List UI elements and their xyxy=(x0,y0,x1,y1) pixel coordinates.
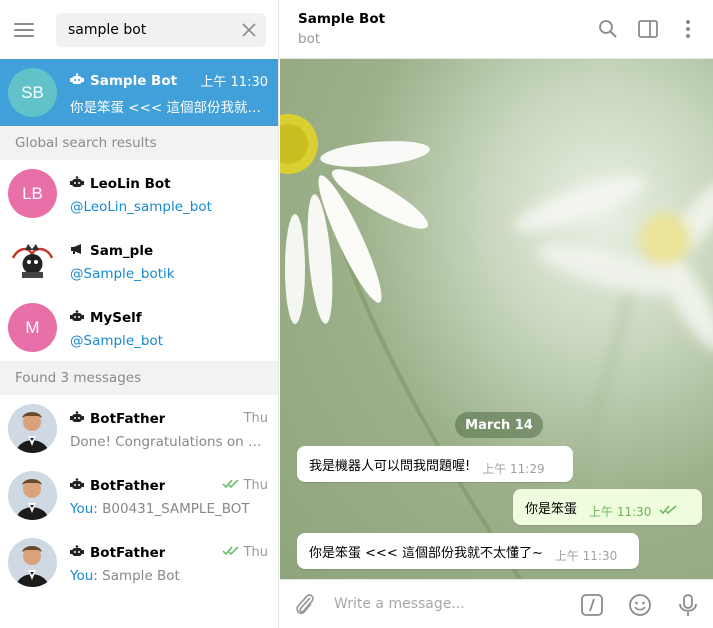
bot-icon xyxy=(70,175,84,192)
global-result-myself[interactable]: M MySelf @Sample_bot xyxy=(0,294,278,361)
emoji-icon[interactable] xyxy=(627,592,653,618)
avatar: M xyxy=(8,303,57,352)
found-messages-header: Found 3 messages xyxy=(0,361,278,395)
chat-time: 上午 11:30 xyxy=(200,75,268,90)
message-preview: You: Sample Bot xyxy=(70,568,268,584)
bot-icon xyxy=(70,72,84,89)
message-result[interactable]: BotFather Thu You: B00431_SAMPLE_BOT xyxy=(0,462,278,529)
paperclip-icon[interactable] xyxy=(292,591,318,617)
close-icon[interactable] xyxy=(238,19,260,41)
message-preview: Done! Congratulations on yo... xyxy=(70,434,268,450)
chat-background: March 14 我是機器人可以問我問題喔! 上午 11:29 你是笨蛋 上午 … xyxy=(280,59,713,579)
message-time-wrap: Thu xyxy=(222,545,268,560)
global-search-header: Global search results xyxy=(0,126,278,160)
chat-panel: Sample Bot bot March 14 我是機器人可以問我問題喔! 上午… xyxy=(280,0,713,628)
avatar: SB xyxy=(8,68,57,117)
chat-preview: 你是笨蛋 <<< 這個部份我就不... xyxy=(70,99,268,116)
result-name: LeoLin Bot xyxy=(90,175,171,192)
chat-item-sample-bot[interactable]: SB Sample Bot 上午 11:30 你是笨蛋 <<< 這個部份我就不.… xyxy=(0,59,278,126)
bot-icon xyxy=(70,477,84,494)
botfather-avatar xyxy=(8,538,57,587)
message-bubble-incoming[interactable]: 我是機器人可以問我問題喔! 上午 11:29 xyxy=(297,446,573,482)
chat-name: Sample Bot xyxy=(90,72,178,89)
bot-icon xyxy=(70,544,84,561)
global-result-sam-ple[interactable]: Sam_ple @Sample_botik xyxy=(0,227,278,294)
message-text: 你是笨蛋 <<< 這個部份我就不太懂了~ xyxy=(309,545,543,561)
you-prefix: You: xyxy=(70,567,98,584)
message-bubble-incoming[interactable]: 你是笨蛋 <<< 這個部份我就不太懂了~ 上午 11:30 xyxy=(297,533,639,569)
chat-header[interactable]: Sample Bot bot xyxy=(280,0,713,59)
message-result[interactable]: BotFather Thu You: Sample Bot xyxy=(0,529,278,596)
result-username: @Sample_botik xyxy=(70,265,175,282)
result-name: MySelf xyxy=(90,309,142,326)
message-sender: BotFather xyxy=(90,544,166,561)
message-text: Sample Bot xyxy=(102,567,180,584)
search-icon[interactable] xyxy=(597,18,619,40)
message-text: B00431_SAMPLE_BOT xyxy=(102,500,250,517)
more-vertical-icon[interactable] xyxy=(677,18,699,40)
search-input[interactable] xyxy=(68,21,238,38)
double-check-icon xyxy=(222,478,240,493)
message-result[interactable]: BotFather Thu Done! Congratulations on y… xyxy=(0,395,278,462)
you-prefix: You: xyxy=(70,500,98,517)
result-name: Sam_ple xyxy=(90,242,154,259)
message-time-wrap: Thu xyxy=(222,478,268,493)
message-sender: BotFather xyxy=(90,410,166,427)
result-username: @LeoLin_sample_bot xyxy=(70,198,212,215)
sidebar: SB Sample Bot 上午 11:30 你是笨蛋 <<< 這個部份我就不.… xyxy=(0,0,279,628)
bot-icon xyxy=(70,309,84,326)
message-preview: You: B00431_SAMPLE_BOT xyxy=(70,501,268,517)
botfather-avatar xyxy=(8,471,57,520)
message-time: 上午 11:30 xyxy=(589,504,652,519)
message-time-wrap: 上午 11:30 xyxy=(589,503,679,520)
hamburger-menu-icon[interactable] xyxy=(14,18,38,42)
global-result-leolin-bot[interactable]: LB LeoLin Bot @LeoLin_sample_bot xyxy=(0,160,278,227)
double-check-icon xyxy=(222,545,240,560)
message-bubble-outgoing[interactable]: 你是笨蛋 上午 11:30 xyxy=(513,489,702,525)
message-input[interactable] xyxy=(334,596,564,612)
chat-title: Sample Bot xyxy=(298,11,386,27)
bot-commands-icon[interactable] xyxy=(579,592,605,618)
search-box xyxy=(56,12,266,47)
message-text: Done! Congratulations on yo... xyxy=(70,433,268,450)
bot-icon xyxy=(70,410,84,427)
message-text: 你是笨蛋 xyxy=(525,501,578,517)
microphone-icon[interactable] xyxy=(675,592,701,618)
avatar: LB xyxy=(8,169,57,218)
message-composer xyxy=(280,579,713,628)
message-time: 上午 11:29 xyxy=(482,461,545,476)
sidebar-toggle-icon[interactable] xyxy=(637,18,659,40)
message-time: Thu xyxy=(243,411,268,426)
message-text: 我是機器人可以問我問題喔! xyxy=(309,458,471,474)
message-time: 上午 11:30 xyxy=(554,548,618,563)
result-username: @Sample_bot xyxy=(70,332,163,349)
message-sender: BotFather xyxy=(90,477,166,494)
search-bar xyxy=(0,0,278,59)
avatar xyxy=(8,236,57,285)
botfather-avatar xyxy=(8,404,57,453)
megaphone-icon xyxy=(70,243,84,259)
chat-subtitle: bot xyxy=(298,31,321,47)
date-separator: March 14 xyxy=(455,412,543,438)
message-time: Thu xyxy=(243,478,268,493)
double-check-icon xyxy=(659,504,679,518)
message-time: Thu xyxy=(243,545,268,560)
